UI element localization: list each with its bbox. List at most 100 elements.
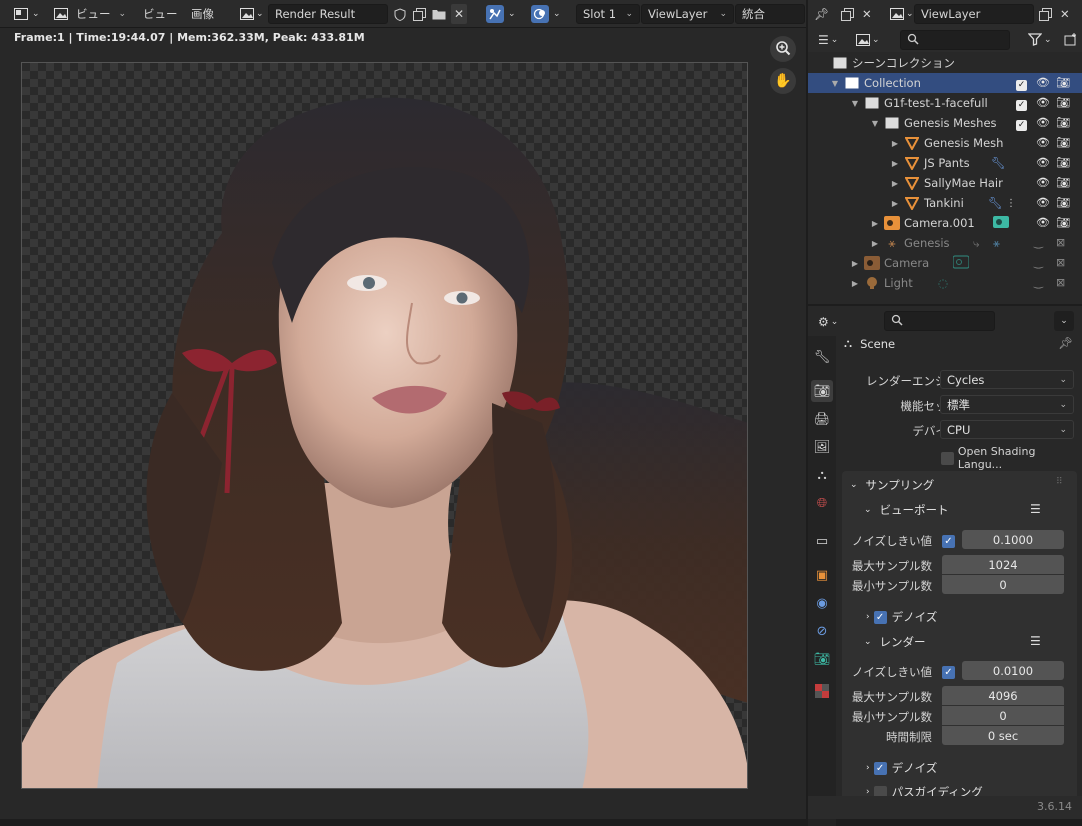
view-menu[interactable]: ビュー — [143, 4, 178, 24]
unlink-image-button[interactable]: ✕ — [451, 4, 467, 24]
eye-icon[interactable]: 👁︎ — [1036, 96, 1050, 109]
viewport-denoise-checkbox[interactable]: ✓ — [873, 610, 887, 624]
render-denoise-header[interactable]: › ✓ デノイズ — [866, 760, 937, 776]
filter-button[interactable]: ⌄ — [1027, 30, 1052, 50]
eye-icon[interactable]: 👁︎ — [1036, 176, 1050, 189]
image-menu[interactable]: 画像 — [191, 4, 214, 24]
exclude-checkbox[interactable]: ✓ — [1016, 117, 1027, 131]
tab-world[interactable]: 🌐︎ — [811, 492, 833, 514]
view-mode-button[interactable] — [52, 4, 70, 24]
eye-icon[interactable]: 👁︎ — [1036, 116, 1050, 129]
eye-closed-icon[interactable]: ‿ — [1034, 256, 1043, 269]
filter-mode-button[interactable]: ⌄ — [854, 30, 880, 50]
render-noise-threshold-field[interactable]: 0.0100 — [962, 661, 1064, 680]
view-layer-browse-button[interactable]: ⌄ — [888, 4, 914, 24]
camera-render-icon[interactable]: 📷︎ — [1056, 136, 1070, 149]
add-view-layer-button[interactable] — [1036, 4, 1054, 24]
overlay-button[interactable]: ⌄ — [531, 4, 561, 24]
render-subpanel-header[interactable]: ⌄ レンダー — [864, 634, 926, 650]
presets-list-icon[interactable]: ☰ — [1030, 502, 1041, 516]
tab-tool[interactable]: 🔧︎ — [811, 346, 833, 368]
tab-view-layer[interactable]: 🖼︎ — [811, 436, 833, 458]
camera-render-icon[interactable]: 📷︎ — [1056, 176, 1070, 189]
view-layer-dropdown[interactable]: ViewLayer ⌄ — [641, 4, 734, 24]
viewport-noise-threshold-field[interactable]: 0.1000 — [962, 530, 1064, 549]
pin-button[interactable]: 📌︎ — [814, 4, 829, 24]
tab-render[interactable]: 📷︎ — [811, 380, 833, 402]
osl-checkbox[interactable]: Open Shading Langu... — [941, 445, 1082, 471]
pan-button[interactable]: ✋ — [770, 68, 796, 94]
camera-render-icon[interactable]: 📷︎ — [1056, 116, 1070, 129]
remove-view-layer-button[interactable]: ✕ — [1060, 4, 1070, 24]
device-select[interactable]: CPU ⌄ — [940, 420, 1074, 439]
camera-render-off-icon[interactable]: ⊠ — [1056, 256, 1065, 269]
fake-user-button[interactable] — [391, 4, 409, 24]
eye-icon[interactable]: 👁︎ — [1036, 216, 1050, 229]
eye-icon[interactable]: 👁︎ — [1036, 156, 1050, 169]
render-noise-threshold-checkbox[interactable]: ✓ — [942, 664, 955, 679]
tab-object[interactable]: ▣ — [811, 564, 833, 586]
expand-triangle-icon[interactable]: ▼ — [850, 99, 860, 108]
eye-icon[interactable]: 👁︎ — [1036, 136, 1050, 149]
properties-search-input[interactable] — [884, 311, 995, 331]
zoom-button[interactable] — [770, 36, 796, 62]
view-layer-field[interactable]: ViewLayer — [914, 4, 1034, 24]
tab-texture[interactable] — [811, 682, 833, 704]
camera-render-icon[interactable]: 📷︎ — [1056, 156, 1070, 169]
scene-collection-row[interactable]: シーンコレクション — [828, 53, 1082, 73]
render-min-samples-field[interactable]: 0 — [942, 706, 1064, 725]
camera-render-off-icon[interactable]: ⊠ — [1056, 276, 1065, 289]
camera-render-icon[interactable]: 📷︎ — [1056, 196, 1070, 209]
expand-triangle-icon[interactable]: ▼ — [870, 119, 880, 128]
time-limit-field[interactable]: 0 sec — [942, 726, 1064, 745]
expand-triangle-icon[interactable]: ▶ — [890, 159, 900, 168]
feature-set-select[interactable]: 標準 ⌄ — [940, 395, 1074, 414]
eye-closed-icon[interactable]: ‿ — [1034, 276, 1043, 289]
render-pass-dropdown[interactable]: 統合 — [735, 4, 805, 24]
expand-triangle-icon[interactable]: ▶ — [890, 179, 900, 188]
viewport-subpanel-header[interactable]: ⌄ ビューポート — [864, 502, 949, 518]
tab-camera-data[interactable]: 📷︎ — [811, 648, 833, 670]
close-window-button[interactable]: ✕ — [862, 4, 872, 24]
new-window-button[interactable] — [838, 4, 856, 24]
tab-output[interactable]: 🖨︎ — [811, 408, 833, 430]
exclude-checkbox[interactable]: ✓ — [1016, 77, 1027, 91]
editor-type-button[interactable]: ⌄ — [12, 4, 40, 24]
viewport-denoise-header[interactable]: › ✓ デノイズ — [866, 609, 937, 625]
pin-icon[interactable]: 📌︎ — [1058, 336, 1073, 350]
expand-triangle-icon[interactable]: ▼ — [830, 79, 840, 88]
tab-constraints[interactable]: ⊘ — [811, 620, 833, 642]
eye-closed-icon[interactable]: ‿ — [1034, 236, 1043, 249]
expand-triangle-icon[interactable]: ▶ — [870, 239, 880, 248]
camera-render-icon[interactable]: 📷︎ — [1056, 76, 1070, 89]
expand-triangle-icon[interactable]: ▶ — [890, 199, 900, 208]
camera-render-icon[interactable]: 📷︎ — [1056, 216, 1070, 229]
expand-triangle-icon[interactable]: ▶ — [870, 219, 880, 228]
browse-image-button[interactable]: ⌄ — [238, 4, 264, 24]
image-name-field[interactable]: Render Result — [268, 4, 388, 24]
render-denoise-checkbox[interactable]: ✓ — [873, 761, 887, 775]
viewport-max-samples-field[interactable]: 1024 — [942, 555, 1064, 574]
viewport-min-samples-field[interactable]: 0 — [942, 575, 1064, 594]
render-engine-select[interactable]: Cycles ⌄ — [940, 370, 1074, 389]
tab-scene[interactable]: ⛬ — [811, 464, 833, 486]
expand-triangle-icon[interactable]: ▶ — [890, 139, 900, 148]
presets-list-icon[interactable]: ☰ — [1030, 634, 1041, 648]
slot-dropdown[interactable]: Slot 1 ⌄ — [576, 4, 640, 24]
render-result-canvas[interactable] — [21, 62, 748, 789]
viewport-noise-threshold-checkbox[interactable]: ✓ — [942, 533, 955, 548]
properties-options-button[interactable]: ⌄ — [1054, 311, 1074, 331]
eye-icon[interactable]: 👁︎ — [1036, 76, 1050, 89]
display-mode-button[interactable]: ☰ ⌄ — [818, 30, 838, 50]
open-image-button[interactable] — [430, 4, 448, 24]
expand-triangle-icon[interactable]: ▶ — [850, 279, 860, 288]
sampling-header[interactable]: ⌄ サンプリング — [850, 477, 934, 493]
render-max-samples-field[interactable]: 4096 — [942, 686, 1064, 705]
new-image-button[interactable] — [410, 4, 428, 24]
properties-editor-type-button[interactable]: ⚙︎ ⌄ — [818, 312, 838, 332]
view-mode-dropdown[interactable]: ビュー ⌄ — [70, 4, 132, 24]
eye-icon[interactable]: 👁︎ — [1036, 196, 1050, 209]
camera-render-icon[interactable]: 📷︎ — [1056, 96, 1070, 109]
drag-handle-icon[interactable]: ⠿ — [1056, 477, 1063, 487]
outliner-search-input[interactable] — [900, 30, 1010, 50]
